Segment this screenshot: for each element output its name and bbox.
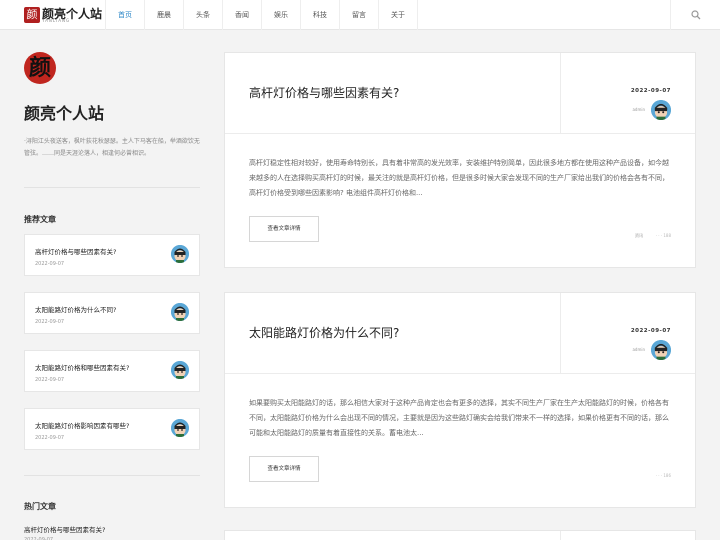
- article-card: 高杆灯价格与哪些因素有关? 2022-09-07 admin 高杆灯稳定性相对较…: [224, 52, 696, 268]
- article-date: 2022-09-07: [630, 328, 671, 334]
- article-title[interactable]: 太阳能路灯价格为什么不同?: [249, 324, 399, 341]
- recommended-date: 2022-09-07: [35, 377, 65, 383]
- article-card: [224, 530, 696, 540]
- search-button[interactable]: [670, 0, 720, 30]
- article-author: admin: [632, 347, 645, 352]
- read-more-button[interactable]: 查看文章详情: [249, 216, 319, 242]
- site-logo[interactable]: 颜 颜亮个人站 YANLIANG: [24, 6, 102, 24]
- article-views: · · · 188: [655, 233, 671, 238]
- nav-item-about[interactable]: 关于: [378, 0, 418, 30]
- nav-item-entertainment[interactable]: 娱乐: [261, 0, 300, 30]
- nav-item-home[interactable]: 首页: [105, 0, 144, 30]
- logo-subtext: YANLIANG: [42, 18, 71, 23]
- sidebar-divider: [24, 187, 200, 188]
- author-avatar: [171, 245, 189, 263]
- search-icon: [691, 10, 701, 20]
- recommended-date: 2022-09-07: [35, 435, 65, 441]
- recommended-heading: 推荐文章: [24, 215, 56, 224]
- main-nav: 首页 鹿晨 头条 香闻 娱乐 科技 留言 关于: [105, 0, 418, 30]
- nav-item-4[interactable]: 香闻: [222, 0, 261, 30]
- recommended-item[interactable]: 太阳能路灯价格影响因素有哪些? 2022-09-07: [24, 408, 200, 450]
- site-title: 颜亮个人站: [24, 104, 105, 123]
- recommended-title: 太阳能路灯价格为什么不同?: [35, 306, 117, 314]
- sidebar-divider: [24, 475, 200, 476]
- header-divider: [225, 373, 695, 374]
- site-avatar: 颜: [24, 52, 56, 84]
- nav-item-2[interactable]: 鹿晨: [144, 0, 183, 30]
- nav-item-tech[interactable]: 科技: [300, 0, 339, 30]
- recommended-date: 2022-09-07: [35, 261, 65, 267]
- top-navbar: 颜 颜亮个人站 YANLIANG 首页 鹿晨 头条 香闻 娱乐 科技 留言 关于: [0, 0, 720, 30]
- article-author: admin: [632, 107, 645, 112]
- article-excerpt: 高杆灯稳定性相对较好，使用寿命特别长，具有着非常高的发光效率，安装维护特别简单，…: [249, 159, 669, 197]
- header-divider: [560, 531, 561, 540]
- header-divider: [225, 133, 695, 134]
- article-excerpt: 如果要购买太阳能路灯的话，那么相信大家对于这种产品肯定也会有更多的选择，其实不同…: [249, 399, 669, 437]
- author-avatar: [651, 100, 671, 120]
- article-category[interactable]: 资讯: [635, 233, 643, 239]
- site-description: ·浔阳江头夜送客，枫叶荻花秋瑟瑟。主人下马客在船，举酒欲饮无管弦。……同是天涯沦…: [24, 138, 200, 157]
- article-title[interactable]: 高杆灯价格与哪些因素有关?: [249, 84, 399, 101]
- article-views: · · · 186: [655, 473, 671, 478]
- recommended-item[interactable]: 太阳能路灯价格和哪些因素有关? 2022-09-07: [24, 350, 200, 392]
- nav-item-guestbook[interactable]: 留言: [339, 0, 378, 30]
- recommended-item[interactable]: 高杆灯价格与哪些因素有关? 2022-09-07: [24, 234, 200, 276]
- header-divider: [560, 53, 561, 133]
- recommended-title: 高杆灯价格与哪些因素有关?: [35, 248, 117, 256]
- recommended-date: 2022-09-07: [35, 319, 65, 325]
- recommended-item[interactable]: 太阳能路灯价格为什么不同? 2022-09-07: [24, 292, 200, 334]
- nav-item-headlines[interactable]: 头条: [183, 0, 222, 30]
- article-card: 太阳能路灯价格为什么不同? 2022-09-07 admin 如果要购买太阳能路…: [224, 292, 696, 508]
- recommended-title: 太阳能路灯价格影响因素有哪些?: [35, 422, 130, 430]
- article-date: 2022-09-07: [630, 88, 671, 94]
- author-avatar: [651, 340, 671, 360]
- author-avatar: [171, 419, 189, 437]
- author-avatar: [171, 303, 189, 321]
- read-more-button[interactable]: 查看文章详情: [249, 456, 319, 482]
- hot-heading: 热门文章: [24, 502, 56, 511]
- header-divider: [560, 293, 561, 373]
- hot-article-title[interactable]: 高杆灯价格与哪些因素有关?: [24, 524, 105, 534]
- recommended-title: 太阳能路灯价格和哪些因素有关?: [35, 364, 130, 372]
- author-avatar: [171, 361, 189, 379]
- logo-mark: 颜: [24, 7, 40, 23]
